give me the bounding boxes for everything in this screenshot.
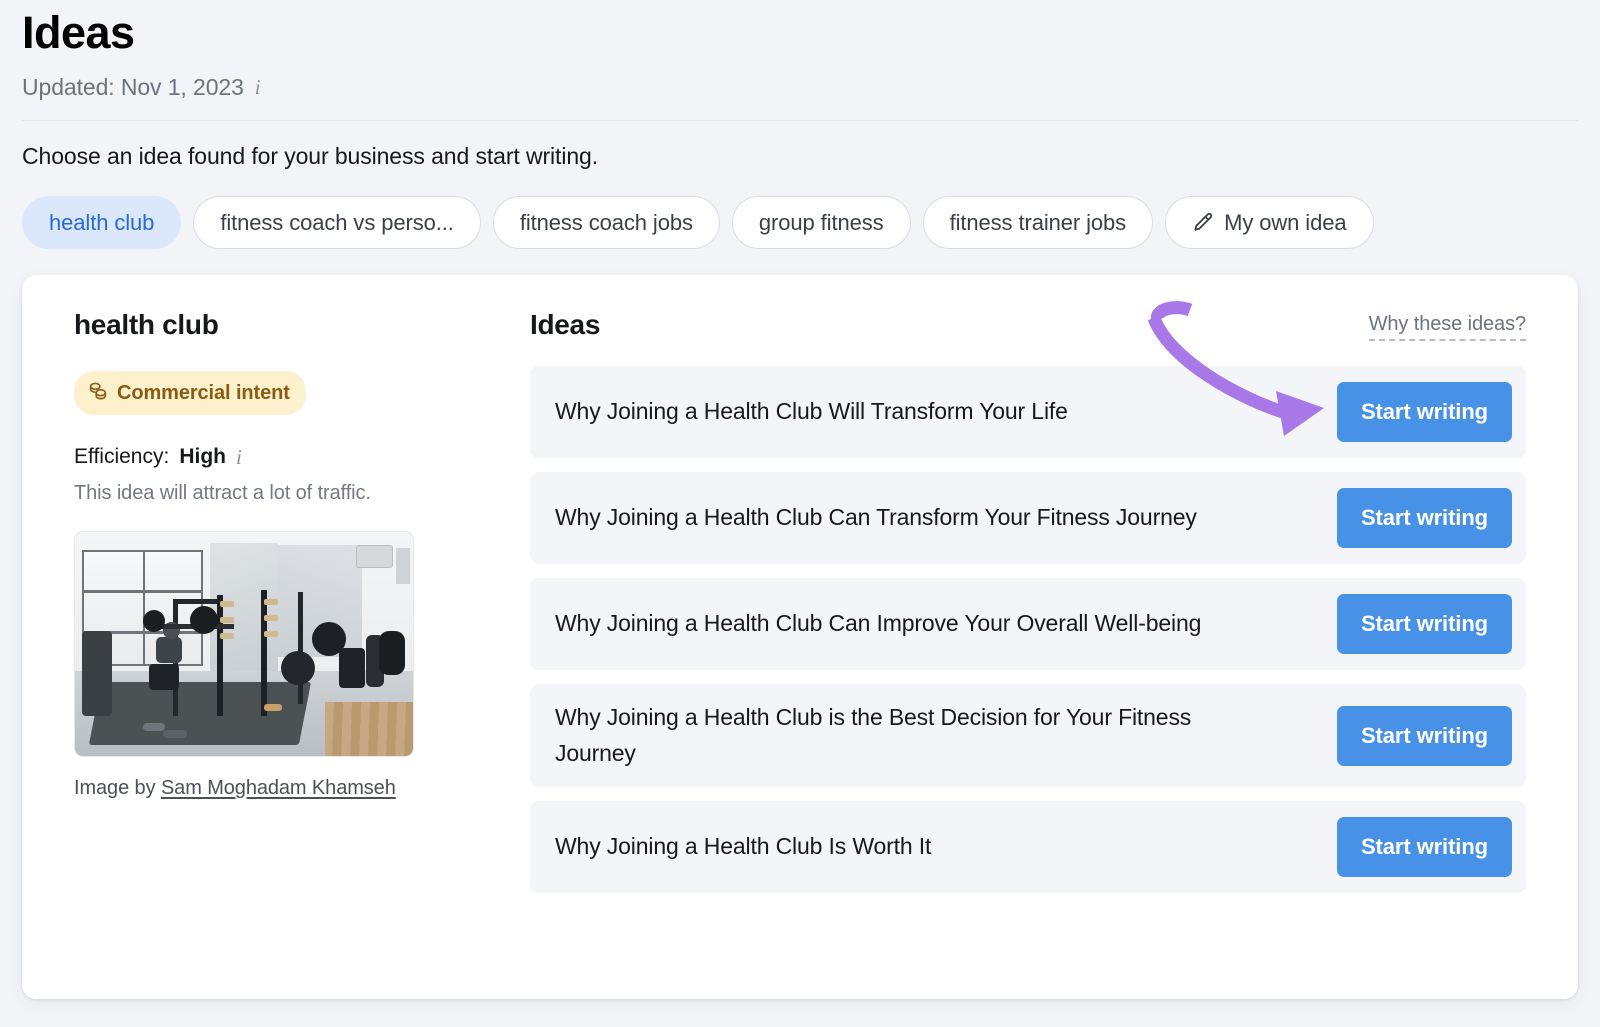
ideas-card: health club Commercial intent Efficiency… [22, 275, 1578, 999]
chip-label: fitness coach vs perso... [220, 210, 454, 236]
efficiency-row: Efficiency: High i [74, 445, 502, 469]
chip-label: fitness trainer jobs [950, 210, 1127, 236]
page-title: Ideas [22, 0, 1578, 55]
ideas-list-panel: Ideas Why these ideas? Why Joining a Hea… [522, 309, 1548, 999]
status-badge-label: Commercial intent [117, 382, 290, 405]
photo-credit-prefix: Image by [74, 777, 155, 799]
start-writing-button[interactable]: Start writing [1337, 817, 1512, 877]
why-these-ideas-link[interactable]: Why these ideas? [1369, 313, 1526, 341]
idea-list: Why Joining a Health Club Will Transform… [530, 366, 1526, 893]
ideas-title: Ideas [530, 309, 600, 341]
photo-credit: Image by Sam Moghadam Khamseh [74, 777, 502, 800]
idea-title: Why Joining a Health Club is the Best De… [555, 700, 1255, 771]
start-writing-button[interactable]: Start writing [1337, 488, 1512, 548]
gym-photo [74, 531, 414, 757]
idea-title: Why Joining a Health Club Can Transform … [555, 500, 1197, 536]
idea-row: Why Joining a Health Club Will Transform… [530, 366, 1526, 458]
coins-icon [87, 379, 109, 407]
ideas-page: Ideas Updated: Nov 1, 2023 i Choose an i… [0, 0, 1600, 1027]
info-icon[interactable]: i [255, 77, 261, 98]
efficiency-value: High [179, 445, 226, 469]
idea-row: Why Joining a Health Club is the Best De… [530, 684, 1526, 787]
chip-fitness-coach-vs-personal[interactable]: fitness coach vs perso... [193, 196, 481, 249]
header-divider [22, 120, 1578, 121]
pencil-icon [1192, 211, 1215, 234]
chip-label: My own idea [1224, 210, 1346, 236]
chip-fitness-trainer-jobs[interactable]: fitness trainer jobs [923, 196, 1154, 249]
start-writing-button[interactable]: Start writing [1337, 706, 1512, 766]
start-writing-button[interactable]: Start writing [1337, 594, 1512, 654]
updated-row: Updated: Nov 1, 2023 i [22, 74, 1578, 101]
idea-row: Why Joining a Health Club Is Worth It St… [530, 801, 1526, 893]
ideas-header: Ideas Why these ideas? [530, 309, 1526, 345]
keyword-detail-panel: health club Commercial intent Efficiency… [52, 309, 522, 999]
idea-row: Why Joining a Health Club Can Transform … [530, 472, 1526, 564]
idea-title: Why Joining a Health Club Can Improve Yo… [555, 606, 1201, 642]
chip-group-fitness[interactable]: group fitness [732, 196, 911, 249]
idea-row: Why Joining a Health Club Can Improve Yo… [530, 578, 1526, 670]
start-writing-button[interactable]: Start writing [1337, 382, 1512, 442]
keyword-chip-list: health club fitness coach vs perso... fi… [22, 196, 1578, 249]
keyword-title: health club [74, 309, 502, 341]
updated-label: Updated: Nov 1, 2023 [22, 74, 244, 101]
efficiency-label: Efficiency: [74, 445, 169, 469]
chip-my-own-idea[interactable]: My own idea [1165, 196, 1373, 249]
info-icon[interactable]: i [236, 447, 242, 468]
idea-title: Why Joining a Health Club Is Worth It [555, 829, 931, 865]
status-badge: Commercial intent [74, 371, 306, 415]
chip-health-club[interactable]: health club [22, 196, 181, 249]
chip-label: health club [49, 210, 154, 236]
photo-credit-author-link[interactable]: Sam Moghadam Khamseh [161, 777, 396, 799]
chip-label: fitness coach jobs [520, 210, 693, 236]
idea-title: Why Joining a Health Club Will Transform… [555, 394, 1068, 430]
efficiency-description: This idea will attract a lot of traffic. [74, 482, 502, 505]
chip-label: group fitness [759, 210, 884, 236]
page-subtitle: Choose an idea found for your business a… [22, 143, 1578, 170]
chip-fitness-coach-jobs[interactable]: fitness coach jobs [493, 196, 720, 249]
